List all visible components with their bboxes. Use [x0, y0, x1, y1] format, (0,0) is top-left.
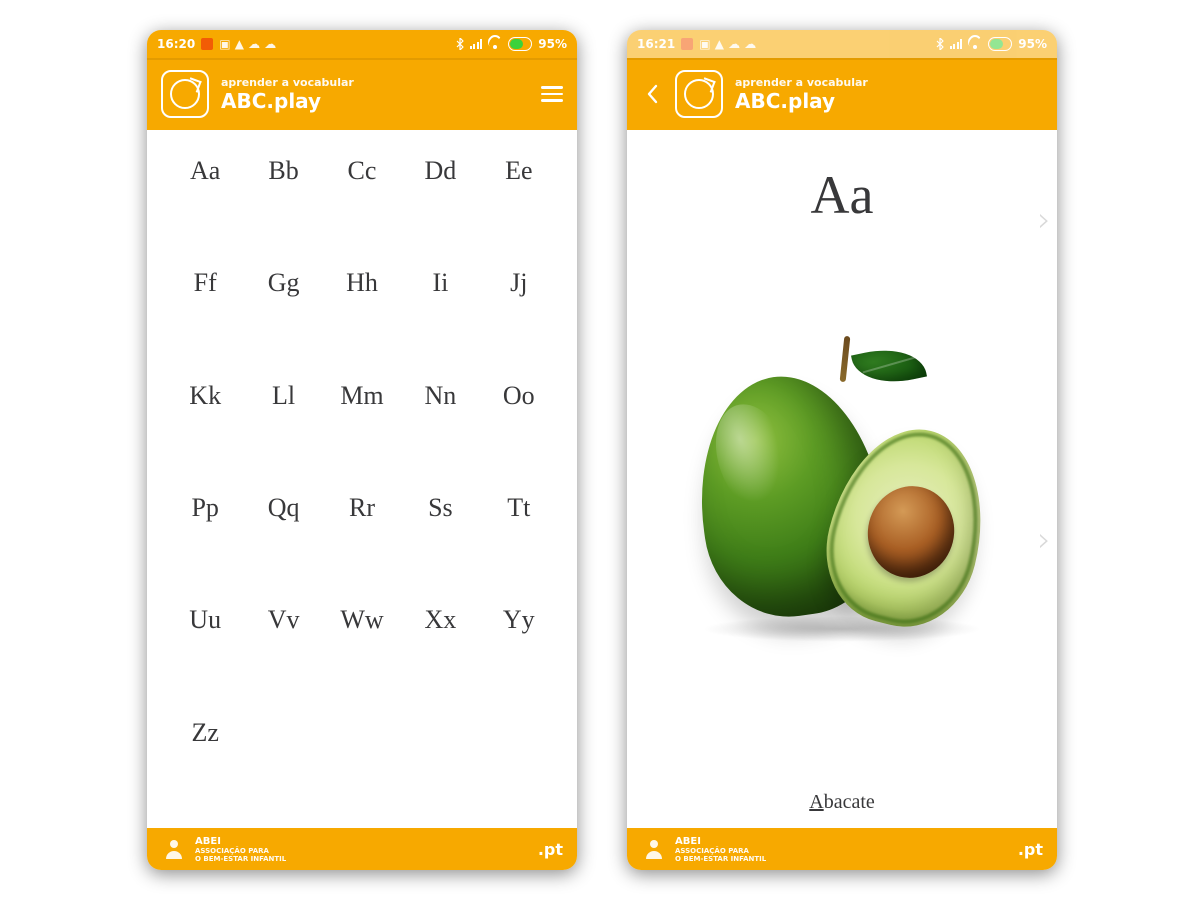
app-title: ABC.play	[735, 89, 868, 113]
footer-org-short: ABEI	[195, 836, 286, 847]
app-header: aprender a vocabular ABC.play	[147, 58, 577, 130]
alphabet-grid: AaBbCcDdEe FfGgHhIiJj KkLlMmNnOo PpQqRrSsTt…	[147, 130, 577, 828]
app-logo	[161, 70, 209, 118]
letter-cell-aa[interactable]: Aa	[169, 150, 241, 258]
letter-cell-tt[interactable]: Tt	[483, 487, 555, 595]
menu-button[interactable]	[541, 86, 563, 102]
footer-org-icon	[641, 836, 667, 862]
letter-cell-zz[interactable]: Zz	[169, 712, 241, 820]
app-header: aprender a vocabular ABC.play	[627, 58, 1057, 130]
letter-cell-mm[interactable]: Mm	[326, 375, 398, 483]
letter-cell-oo[interactable]: Oo	[483, 375, 555, 483]
notification-icon	[681, 38, 693, 50]
footer-org-line3: O BEM-ESTAR INFANTIL	[195, 855, 286, 863]
status-misc-icons: ▣ ▲ ☁ ☁	[699, 38, 756, 50]
bluetooth-icon	[456, 38, 464, 50]
status-bar: 16:21 ▣ ▲ ☁ ☁ 95%	[627, 30, 1057, 58]
letter-cell-rr[interactable]: Rr	[326, 487, 398, 595]
letter-cell-dd[interactable]: Dd	[404, 150, 476, 258]
footer-bar: ABEI ASSOCIAÇÃO PARA O BEM-ESTAR INFANTI…	[627, 828, 1057, 870]
letter-cell-hh[interactable]: Hh	[326, 262, 398, 370]
letter-cell-yy[interactable]: Yy	[483, 599, 555, 707]
letter-detail: Aa › › Abacate	[627, 130, 1057, 828]
signal-icon	[950, 39, 963, 49]
footer-org-short: ABEI	[675, 836, 766, 847]
canvas: 16:20 ▣ ▲ ☁ ☁ 95% aprender a vocabular A…	[0, 0, 1200, 899]
letter-cell-vv[interactable]: Vv	[247, 599, 319, 707]
app-title: ABC.play	[221, 89, 354, 113]
letter-cell-jj[interactable]: Jj	[483, 262, 555, 370]
letter-cell-ww[interactable]: Ww	[326, 599, 398, 707]
phone-alphabet-screen: 16:20 ▣ ▲ ☁ ☁ 95% aprender a vocabular A…	[147, 30, 577, 870]
battery-icon	[988, 37, 1012, 51]
back-button[interactable]	[641, 84, 663, 104]
bluetooth-icon	[936, 38, 944, 50]
letter-cell-bb[interactable]: Bb	[247, 150, 319, 258]
footer-org-line3: O BEM-ESTAR INFANTIL	[675, 855, 766, 863]
detail-word-rest: bacate	[824, 791, 875, 813]
status-time: 16:20	[157, 38, 195, 50]
detail-word: Abacate	[809, 791, 875, 814]
wifi-icon	[488, 39, 502, 49]
footer-org-line2: ASSOCIAÇÃO PARA	[195, 847, 286, 855]
phone-letter-detail-screen: 16:21 ▣ ▲ ☁ ☁ 95% aprender a vocabular	[627, 30, 1057, 870]
wifi-icon	[968, 39, 982, 49]
footer-tld: .pt	[538, 840, 563, 859]
letter-cell-ee[interactable]: Ee	[483, 150, 555, 258]
next-image-arrow[interactable]: ›	[1037, 520, 1051, 560]
letter-cell-uu[interactable]: Uu	[169, 599, 241, 707]
app-logo	[675, 70, 723, 118]
status-time: 16:21	[637, 38, 675, 50]
detail-image-avocado	[682, 336, 1002, 636]
letter-cell-ss[interactable]: Ss	[404, 487, 476, 595]
detail-word-first-letter: A	[809, 791, 823, 813]
letter-cell-nn[interactable]: Nn	[404, 375, 476, 483]
app-subtitle: aprender a vocabular	[735, 76, 868, 89]
app-subtitle: aprender a vocabular	[221, 76, 354, 89]
status-misc-icons: ▣ ▲ ☁ ☁	[219, 38, 276, 50]
footer-org-icon	[161, 836, 187, 862]
letter-cell-ll[interactable]: Ll	[247, 375, 319, 483]
footer-org-line2: ASSOCIAÇÃO PARA	[675, 847, 766, 855]
battery-icon	[508, 37, 532, 51]
letter-cell-ii[interactable]: Ii	[404, 262, 476, 370]
detail-letter: Aa	[811, 164, 874, 226]
next-letter-arrow[interactable]: ›	[1037, 200, 1051, 240]
notification-icon	[201, 38, 213, 50]
footer-tld: .pt	[1018, 840, 1043, 859]
signal-icon	[470, 39, 483, 49]
battery-percent: 95%	[1018, 38, 1047, 50]
letter-cell-ff[interactable]: Ff	[169, 262, 241, 370]
letter-cell-qq[interactable]: Qq	[247, 487, 319, 595]
letter-cell-cc[interactable]: Cc	[326, 150, 398, 258]
status-bar: 16:20 ▣ ▲ ☁ ☁ 95%	[147, 30, 577, 58]
battery-percent: 95%	[538, 38, 567, 50]
letter-cell-pp[interactable]: Pp	[169, 487, 241, 595]
footer-bar: ABEI ASSOCIAÇÃO PARA O BEM-ESTAR INFANTI…	[147, 828, 577, 870]
letter-cell-gg[interactable]: Gg	[247, 262, 319, 370]
letter-cell-kk[interactable]: Kk	[169, 375, 241, 483]
letter-cell-xx[interactable]: Xx	[404, 599, 476, 707]
